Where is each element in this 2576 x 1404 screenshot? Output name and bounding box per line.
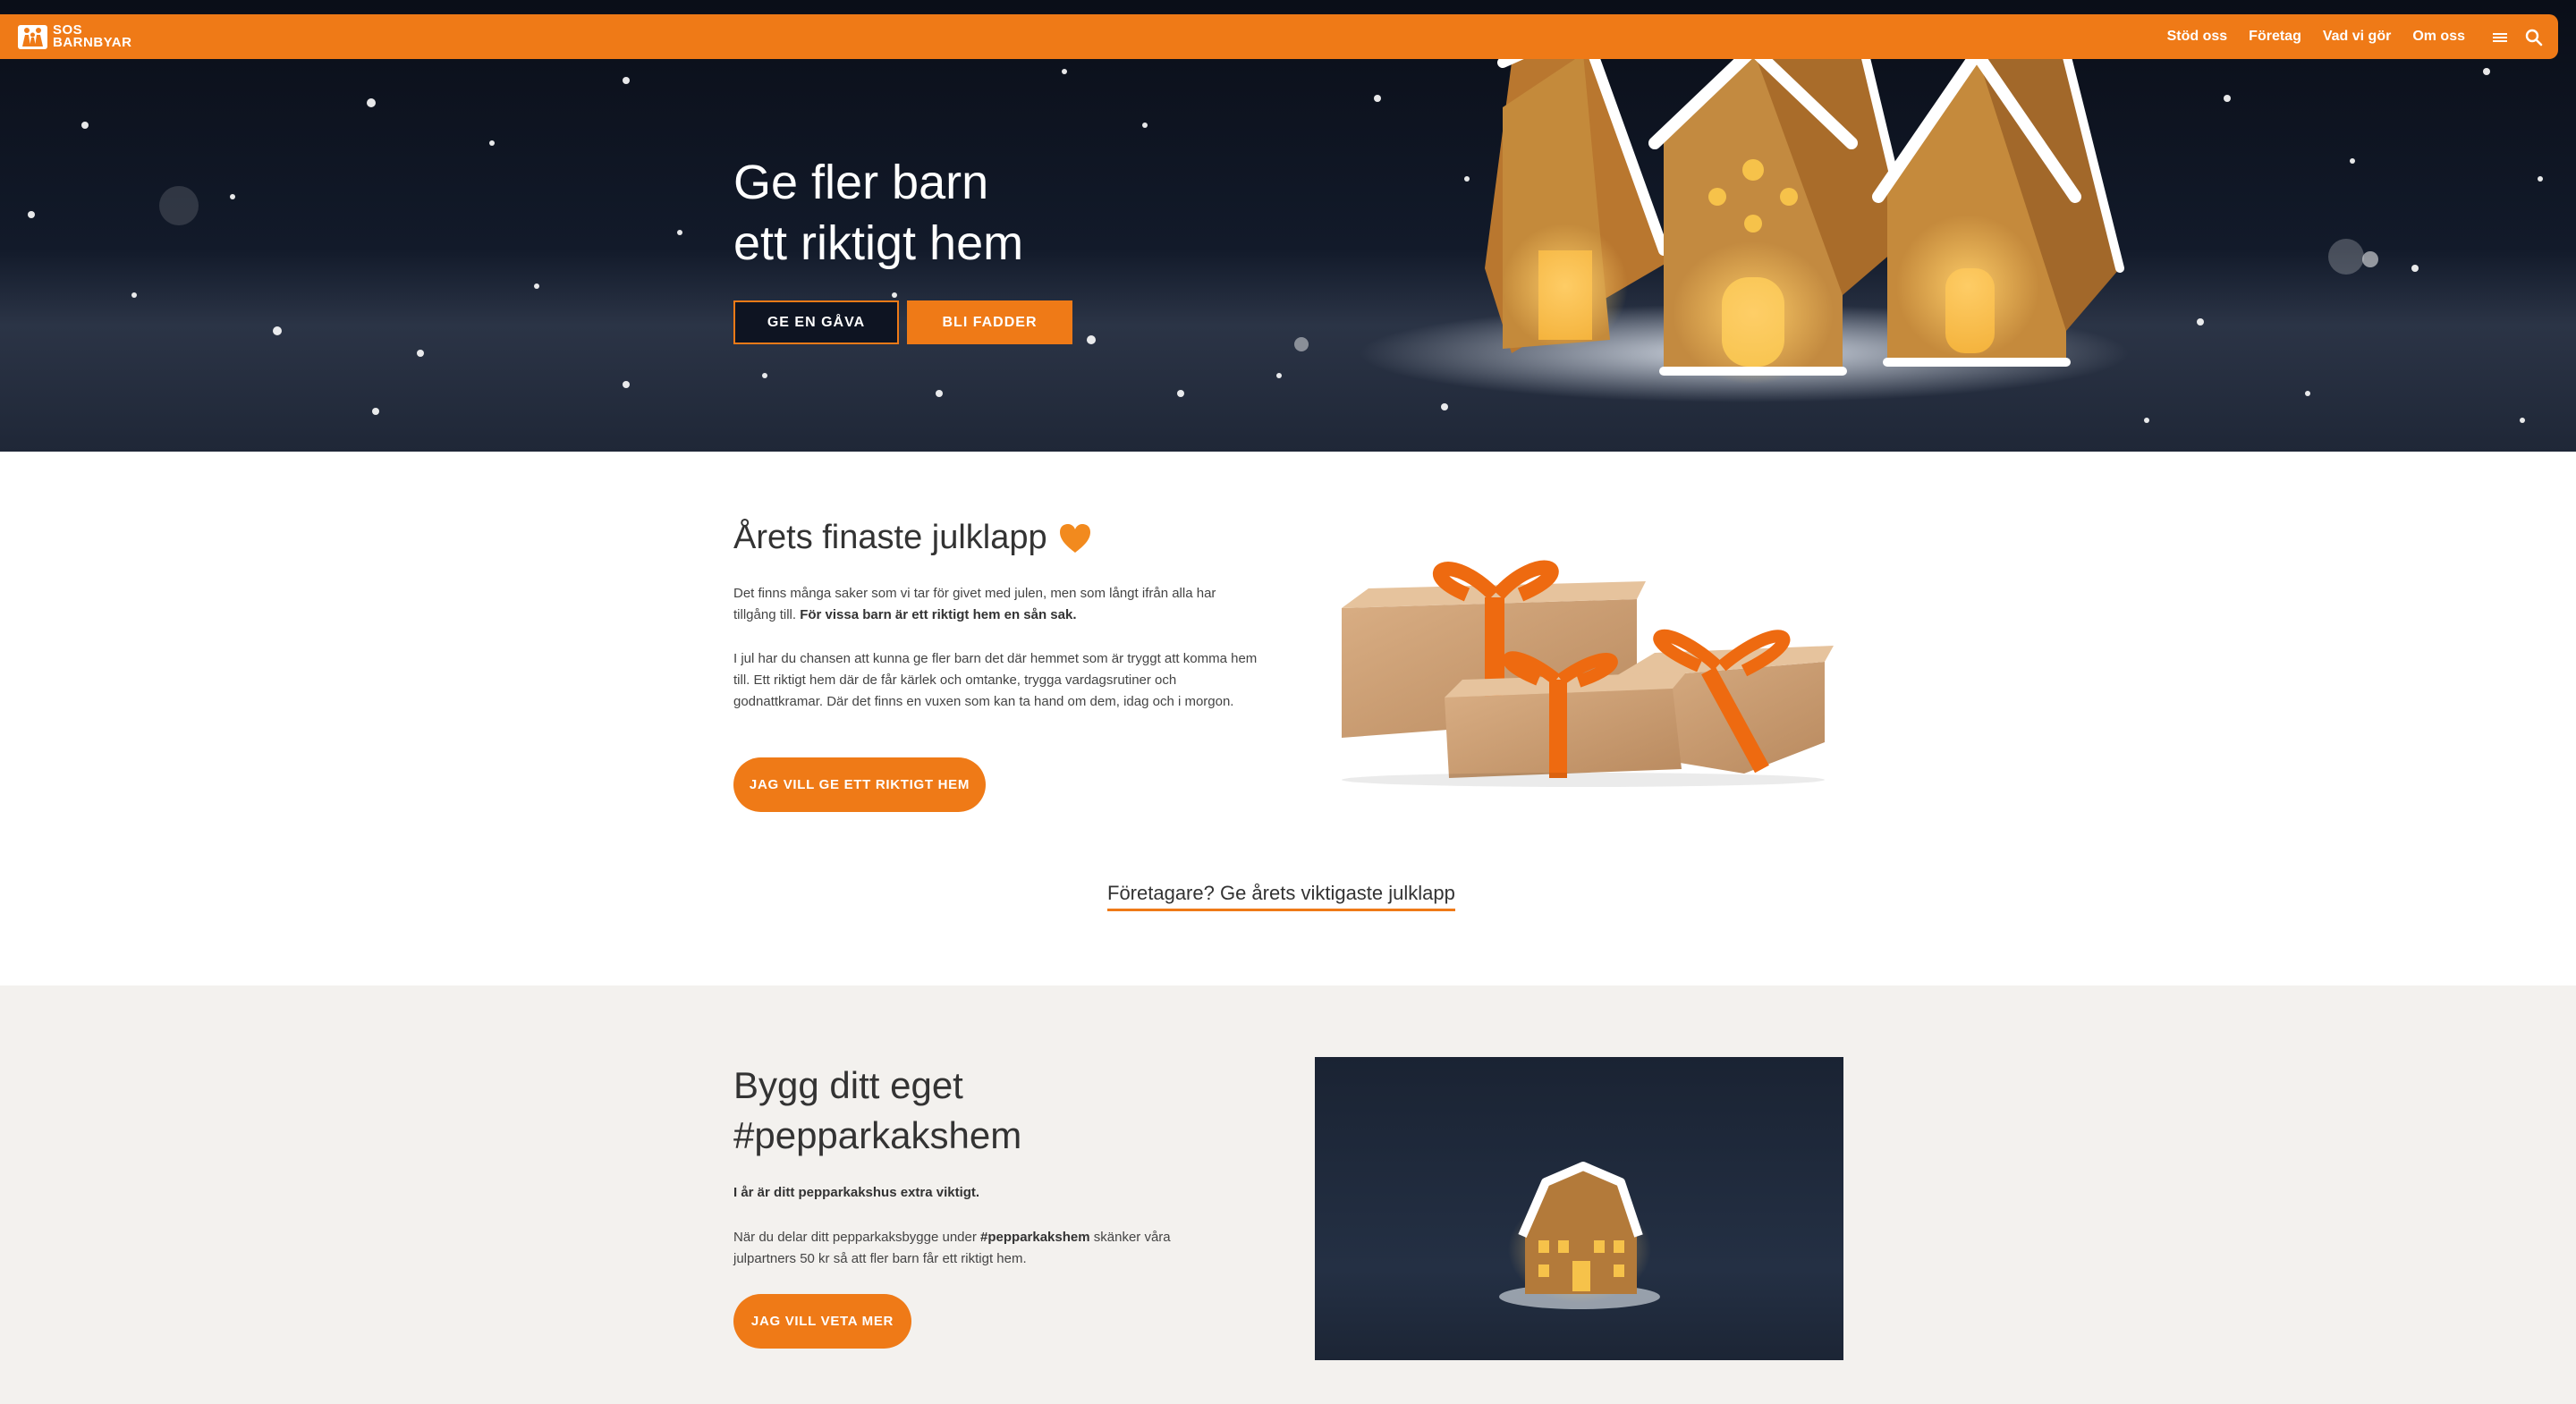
build-section-background: [0, 985, 2576, 1404]
search-icon[interactable]: [2524, 28, 2544, 47]
nav-link-om-oss[interactable]: Om oss: [2412, 29, 2465, 45]
nav-links: Stöd oss Företag Vad vi gör Om oss: [2146, 14, 2465, 59]
gingerbread-house-image: [1315, 1057, 1843, 1360]
top-navigation: SOS BARNBYAR Stöd oss Företag Vad vi gör…: [0, 14, 2558, 59]
hero-title: Ge fler barn ett riktigt hem: [733, 152, 1023, 274]
build-section-title: Bygg ditt eget #pepparkakshem: [733, 1061, 1021, 1161]
give-home-button[interactable]: JAG VILL GE ETT RIKTIGT HEM: [733, 757, 986, 812]
build-title-line-2: #pepparkakshem: [733, 1114, 1022, 1156]
hero-title-line-1: Ge fler barn: [733, 156, 989, 209]
business-gift-link[interactable]: Företagare? Ge årets viktigaste julklapp: [1107, 882, 1455, 911]
build-lead: I år är ditt pepparkakshus extra viktigt…: [733, 1185, 980, 1200]
gift-section-title: Årets finaste julklapp: [733, 519, 1092, 557]
nav-link-stod-oss[interactable]: Stöd oss: [2167, 29, 2228, 45]
learn-more-button[interactable]: JAG VILL VETA MER: [733, 1294, 911, 1349]
build-title-line-1: Bygg ditt eget: [733, 1064, 963, 1106]
hero-title-line-2: ett riktigt hem: [733, 216, 1024, 270]
logo[interactable]: SOS BARNBYAR: [18, 23, 132, 50]
nav-link-foretag[interactable]: Företag: [2249, 29, 2301, 45]
logo-line-2: BARNBYAR: [53, 35, 132, 50]
hashtag-text: #pepparkakshem: [980, 1230, 1090, 1245]
logo-text: SOS BARNBYAR: [53, 23, 132, 50]
logo-icon: [18, 24, 47, 49]
gift-paragraph-1-bold: För vissa barn är ett riktigt hem en sån…: [800, 607, 1077, 622]
give-gift-button[interactable]: GE EN GÅVA: [733, 300, 899, 344]
heart-icon: [1059, 523, 1090, 553]
gift-paragraph-2: I jul har du chansen att kunna ge fler b…: [733, 651, 1258, 709]
nav-link-vad-vi-gor[interactable]: Vad vi gör: [2323, 29, 2391, 45]
build-paragraph: När du delar ditt pepparkaksbygge under …: [733, 1227, 1234, 1270]
gift-paragraph-1: Det finns många saker som vi tar för giv…: [733, 583, 1261, 626]
gifts-image: [1342, 560, 1834, 787]
menu-icon[interactable]: [2490, 28, 2510, 47]
gift-section-title-text: Årets finaste julklapp: [733, 519, 1047, 556]
build-paragraph-start: När du delar ditt pepparkaksbygge under: [733, 1230, 981, 1245]
hero-banner: Ge fler barn ett riktigt hem GE EN GÅVA …: [0, 0, 2576, 452]
become-sponsor-button[interactable]: BLI FADDER: [907, 300, 1072, 344]
hero-gingerbread-image: [28, 19, 2543, 423]
